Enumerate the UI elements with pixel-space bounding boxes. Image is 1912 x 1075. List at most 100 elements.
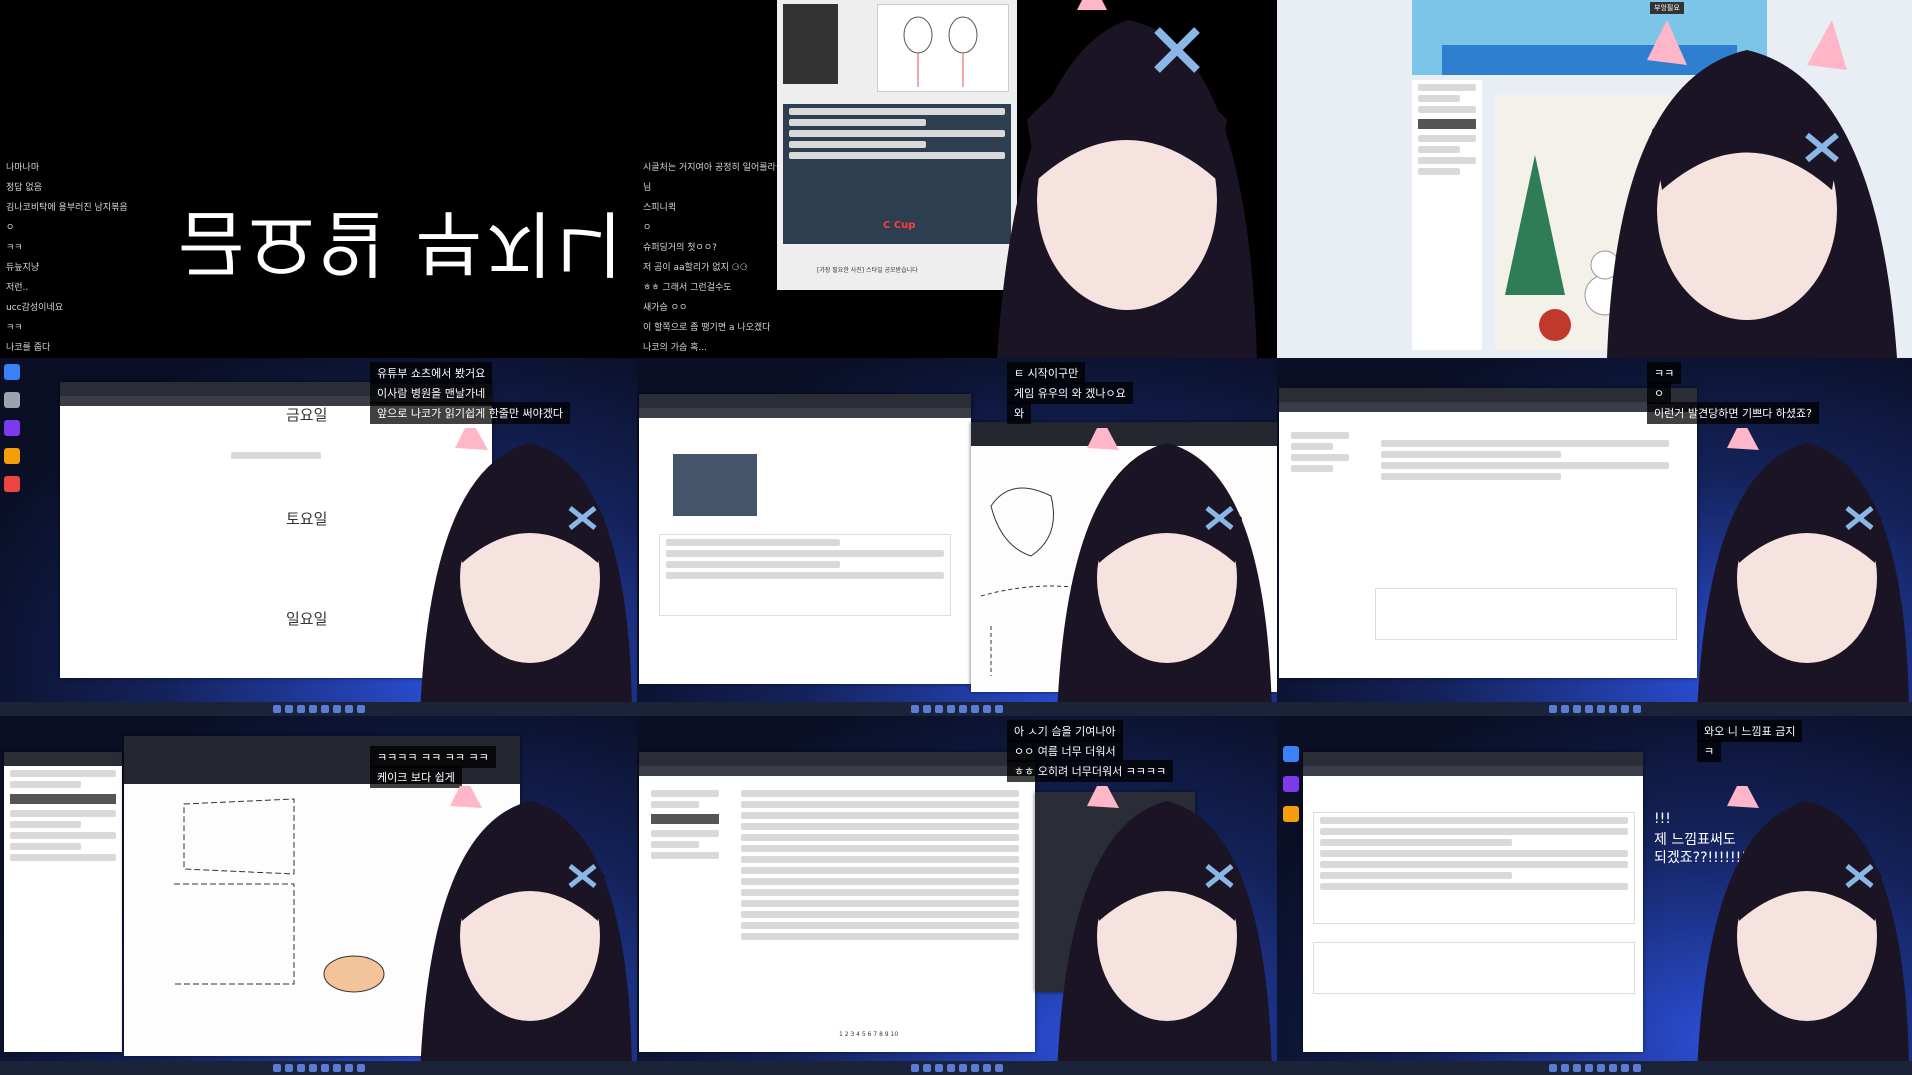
tile-5-cafe-post-drawing: ㅌ 시작이구만 게임 유우의 와 겠나ㅇ요 와	[637, 358, 1277, 716]
cafe-window[interactable]	[4, 752, 122, 1052]
tile-6-cafe-comment: ㅋㅋ ㅇ 이런거 발견당하면 기쁘다 하셨죠?	[1277, 358, 1912, 716]
chat-message: 나코를 줍다	[6, 343, 51, 353]
pagination[interactable]: 1 2 3 4 5 6 7 8 9 10	[839, 1030, 898, 1040]
desktop-icon[interactable]	[4, 476, 20, 492]
vtuber-avatar	[1577, 20, 1912, 358]
vtuber-avatar-icon	[420, 418, 632, 716]
cafe-sidebar[interactable]	[1285, 428, 1355, 508]
chat-message: 저 곰이 aa할리가 없지 ⚆⚆	[643, 263, 748, 273]
tile-1-chat-stream: 나마나마 정답 없음 김나코비탁에 용부러진 남지볶음 ㅇ ㅋㅋ 듀늪지냥 저런…	[0, 0, 637, 358]
post-body	[1375, 436, 1675, 484]
write-button[interactable]	[1418, 119, 1476, 129]
chat-caption: 유튜부 쇼츠에서 봤거요	[370, 362, 493, 384]
chat-caption: ㅌ 시작이구만	[1007, 362, 1086, 384]
badge-label: 부엉필요	[1650, 2, 1684, 14]
chat-message: ㅋㅋ	[6, 243, 23, 253]
taskbar[interactable]	[1277, 1061, 1912, 1075]
chat-caption: 앞으로 나코가 읽기쉽게 한줄만 써야겠다	[370, 402, 571, 424]
browser-window[interactable]	[639, 394, 971, 684]
vtuber-avatar	[1687, 418, 1912, 716]
chat-message: ㅎㅎ 그래서 그런걸수도	[643, 283, 732, 293]
browser-window[interactable]	[1279, 388, 1697, 678]
heading-friday: 금요일	[286, 406, 328, 424]
cafe-sidebar[interactable]	[1412, 80, 1482, 350]
tile-7-paint-sketch: ㅋㅋㅋㅋ ㅋㅋ ㅋㅋ ㅋㅋ 케이크 보다 쉽게	[0, 716, 637, 1075]
chat-caption: ㅋ	[1697, 740, 1722, 762]
tile-9-cafe-comment-thread: 와오 니 느낌표 금지 ㅋ !!! 제 느낌표써도 되겠죠??!!!!!!!!!…	[1277, 716, 1912, 1075]
comment-box[interactable]	[1313, 942, 1635, 994]
vtuber-avatar	[410, 418, 637, 716]
post-photo	[673, 454, 757, 516]
taskbar[interactable]	[1277, 702, 1912, 716]
desktop-icon[interactable]	[1283, 776, 1299, 792]
write-button[interactable]	[651, 814, 719, 824]
chat-message: ㅇ	[6, 223, 15, 233]
chat-message: 나마나마	[6, 163, 40, 173]
tile-3-christmas-post: 부엉필요	[1277, 0, 1912, 358]
vtuber-avatar-icon	[1607, 20, 1897, 358]
chat-log: 시골처는 거지여아 공정히 일어를라실 님 스피니퀵 ㅇ 슈퍼딩거의 첫ㅇㅇ? …	[643, 158, 784, 358]
chat-message: 나코의 가슴 혹...	[643, 343, 707, 353]
vtuber-avatar	[1687, 776, 1912, 1075]
desktop-icon[interactable]	[1283, 806, 1299, 822]
write-button[interactable]	[10, 794, 116, 804]
chat-message: ㅇ	[643, 223, 652, 233]
tile-4-cafe-schedule: 금요일 토요일 일요일 유튜부 쇼츠에서 봤거요 이사람 병원을 맨날가네 앞으…	[0, 358, 637, 716]
vtuber-avatar	[1047, 418, 1277, 716]
taskbar[interactable]	[637, 702, 1277, 716]
tool-panel[interactable]	[783, 4, 838, 84]
chat-caption: ㅎㅎ 오히려 너무더워서 ㅋㅋㅋㅋ	[1007, 760, 1174, 782]
post-list[interactable]	[735, 786, 1025, 944]
comment-box[interactable]	[659, 534, 951, 616]
chat-caption: ㅇㅇ 여름 너무 더워서	[1007, 740, 1123, 762]
tile-2-drawing-screen: 시골처는 거지여아 공정히 일어를라실 님 스피니퀵 ㅇ 슈퍼딩거의 첫ㅇㅇ? …	[637, 0, 1277, 358]
chat-message: 님	[643, 183, 652, 193]
vtuber-avatar-icon	[420, 776, 632, 1075]
chat-caption: 케이크 보다 쉽게	[370, 766, 462, 788]
browser-window[interactable]	[1303, 752, 1643, 1052]
desktop-icon[interactable]	[4, 420, 20, 436]
chat-caption: 이런거 발견당하면 기쁘다 하셨죠?	[1647, 402, 1820, 424]
chat-message: ucc감성이네요	[6, 303, 64, 313]
taskbar[interactable]	[0, 1061, 637, 1075]
vtuber-avatar	[1047, 776, 1277, 1075]
chat-log: 나마나마 정답 없음 김나코비탁에 용부러진 남지볶음 ㅇ ㅋㅋ 듀늪지냥 저런…	[6, 158, 128, 358]
desktop-icon[interactable]	[1283, 746, 1299, 762]
vtuber-avatar-icon	[997, 0, 1257, 358]
chat-message: 시골처는 거지여아 공정히 일어를라실	[643, 163, 785, 173]
vtuber-avatar-icon	[1697, 418, 1909, 716]
tile-8-cafe-board-list: 1 2 3 4 5 6 7 8 9 10 아 ㅅ기 슴을 기여나아 ㅇㅇ 여름 …	[637, 716, 1277, 1075]
browser-window[interactable]: 1 2 3 4 5 6 7 8 9 10	[639, 752, 1035, 1052]
chat-message: 정답 없음	[6, 183, 42, 193]
chat-caption: 아 ㅅ기 슴을 기여나아	[1007, 720, 1123, 742]
taskbar[interactable]	[637, 1061, 1277, 1075]
chat-message: 스피니퀵	[643, 203, 677, 213]
comment-box[interactable]	[1375, 588, 1677, 640]
chat-caption: 이사람 병원을 맨날가네	[370, 382, 493, 404]
desktop-icon[interactable]	[4, 392, 20, 408]
chat-message: 이 할쪽으로 좀 땡기면 a 나오겠다	[643, 323, 771, 333]
chat-caption: 와오 니 느낌표 금지	[1697, 720, 1803, 742]
footer-text: [가장 필요한 사진] 스타일 공모받습니다	[817, 267, 918, 274]
chat-caption: ㅋㅋ	[1647, 362, 1682, 384]
chat-message: 듀늪지냥	[6, 263, 40, 273]
cafe-sidebar[interactable]	[645, 786, 725, 1006]
chat-caption: 게임 유우의 와 겠나ㅇ요	[1007, 382, 1133, 404]
desktop-icon[interactable]	[4, 364, 20, 380]
chat-message: 슈퍼딩거의 첫ㅇㅇ?	[643, 243, 717, 253]
vtuber-avatar-icon	[1057, 776, 1272, 1075]
desktop-icon[interactable]	[4, 448, 20, 464]
heading-sunday: 일요일	[286, 610, 328, 628]
vtuber-avatar	[957, 0, 1277, 358]
chat-message: 저런..	[6, 283, 29, 293]
comment-thread	[1313, 812, 1635, 924]
taskbar[interactable]	[0, 702, 637, 716]
chat-message: 새가슴 ㅇㅇ	[643, 303, 688, 313]
cup-label: C Cup	[883, 220, 916, 231]
chat-caption: ㅇ	[1647, 382, 1672, 404]
mirrored-title-text: 금요일 부지니 나코	[178, 201, 637, 285]
vtuber-avatar-icon	[1697, 776, 1909, 1075]
vtuber-avatar	[410, 776, 637, 1075]
heading-saturday: 토요일	[286, 510, 328, 528]
chat-caption: ㅋㅋㅋㅋ ㅋㅋ ㅋㅋ ㅋㅋ	[370, 746, 496, 768]
